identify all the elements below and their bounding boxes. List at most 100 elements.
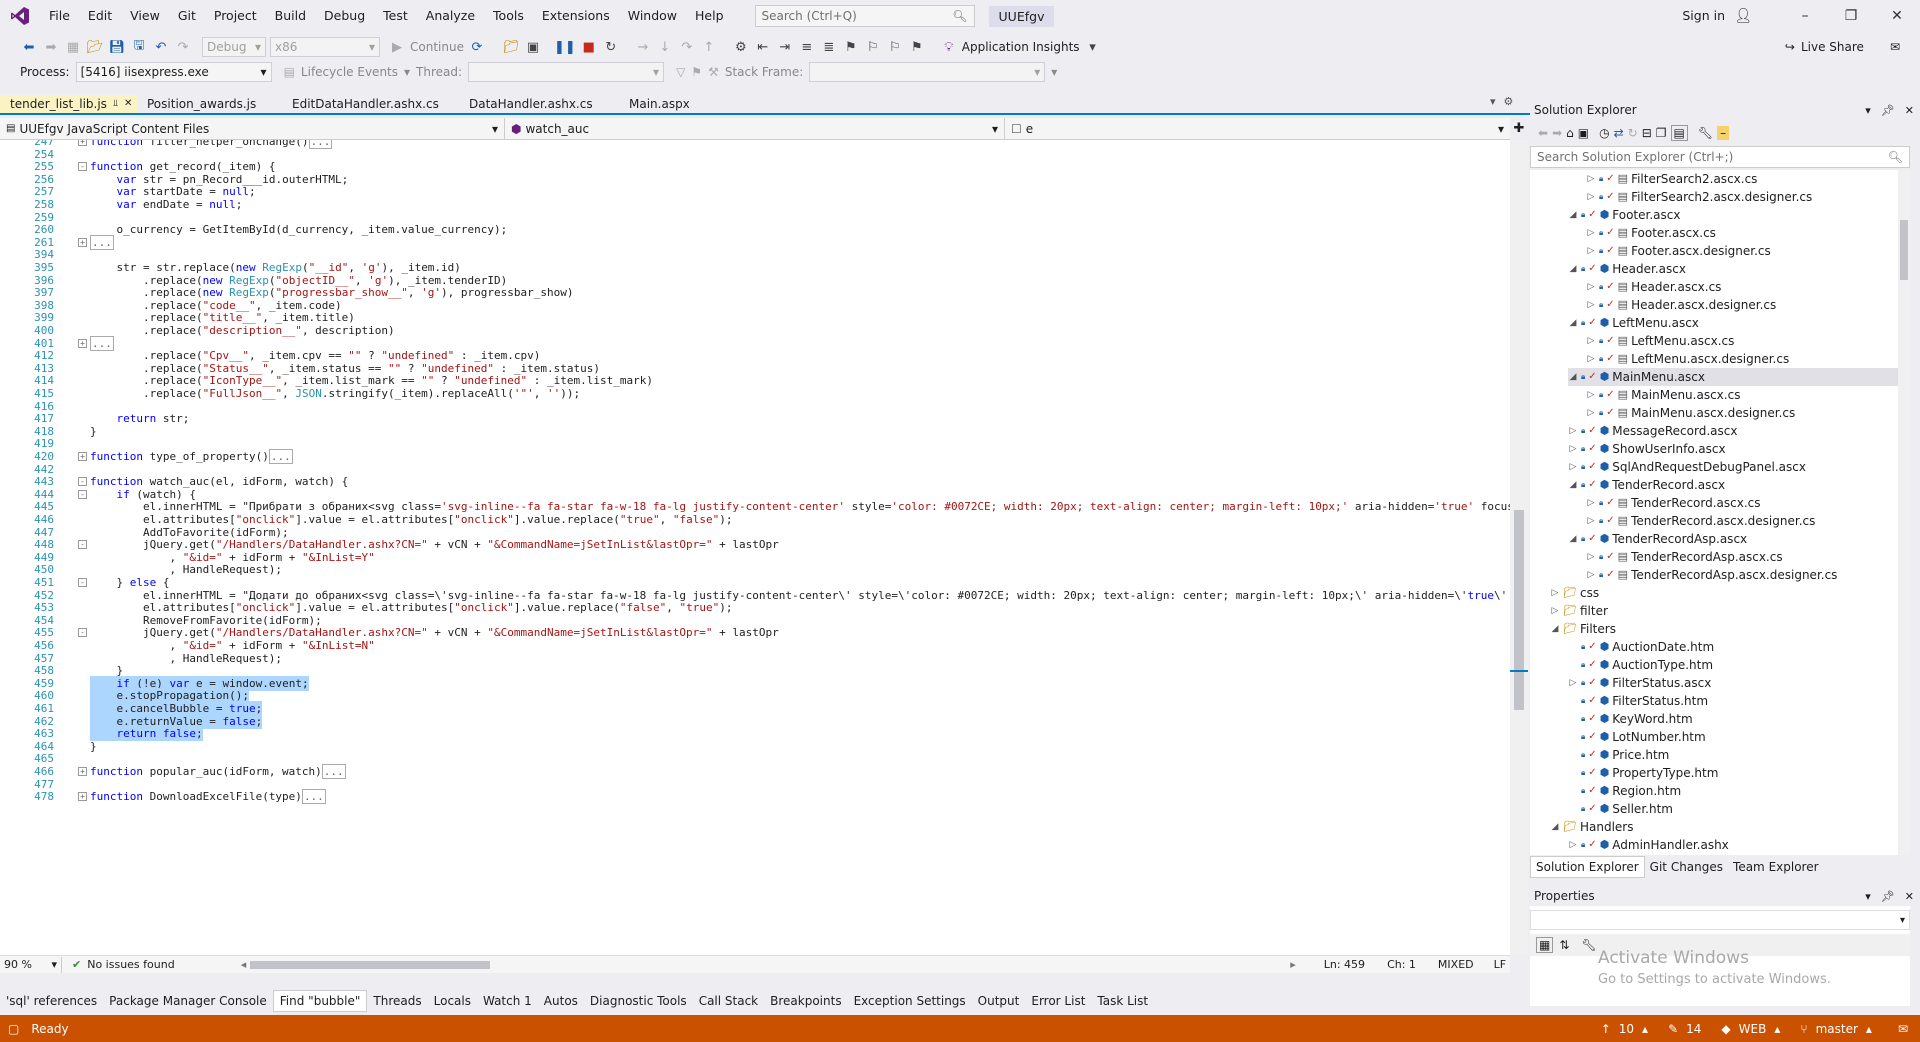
stop-icon[interactable]: ■ [580, 36, 598, 58]
project-dropdown[interactable]: ▤ UUEfgv JavaScript Content Files ▾ [0, 118, 505, 139]
se-panel-tab[interactable]: Git Changes [1645, 857, 1728, 877]
minimize-button[interactable]: – [1782, 0, 1828, 32]
tree-item[interactable]: ▷ 🔒︎ ✓ ▤ Footer.ascx.designer.cs [1586, 242, 1771, 260]
tree-item[interactable]: ▷ 📁︎ css [1550, 584, 1600, 602]
person-icon[interactable]: 👤︎ [1734, 8, 1752, 24]
pin-icon[interactable]: ⫫ [113, 95, 118, 113]
chevron-down-icon[interactable]: ▾ [1865, 890, 1871, 903]
tree-item[interactable]: ▷ 📁︎ filter [1550, 602, 1608, 620]
next-bookmark-icon[interactable]: ⚐ [886, 36, 904, 58]
chevron-down-icon[interactable]: ▾ [1084, 36, 1102, 58]
collapse-icon[interactable]: ◢ [1550, 818, 1560, 836]
tree-item[interactable]: ▷ 🔒︎ ✓ ▤ MainMenu.ascx.designer.cs [1586, 404, 1796, 422]
tool-window-tab[interactable]: Output [972, 991, 1026, 1011]
tree-item[interactable]: ▷ 🔒︎ ✓ ⬢ ShowUserInfo.ascx [1568, 440, 1726, 458]
restore-button[interactable]: ❐ [1828, 0, 1874, 32]
tree-item[interactable]: ▷ 🔒︎ ✓ ▤ FilterSearch2.ascx.cs [1586, 170, 1758, 188]
process-dropdown[interactable]: [5416] iisexpress.exe ▾ [75, 62, 272, 82]
open-icon[interactable]: 📂︎ [86, 36, 104, 58]
collapse-region-icon[interactable]: - [78, 578, 87, 587]
member-dropdown[interactable]: ⬢ watch_auc ▾ [505, 118, 1005, 139]
sync-icon[interactable]: ⇄ [1614, 126, 1624, 140]
tree-item[interactable]: ◢ 🔒︎ ✓ ⬢ Footer.ascx [1568, 206, 1681, 224]
properties-icon[interactable]: 🔧︎ [1698, 126, 1713, 140]
code-line[interactable]: 478 + function DownloadExcelFile(type)... [0, 789, 1510, 805]
thread-dropdown[interactable]: ▾ [468, 62, 665, 82]
tool-window-tab[interactable]: Autos [538, 991, 584, 1011]
arrow-up-icon[interactable]: ↑ [1601, 1022, 1611, 1036]
tree-item[interactable]: 🔒︎ ✓ ⬢ Price.htm [1568, 746, 1669, 764]
document-tab[interactable]: DataHandler.ashx.cs [459, 95, 619, 113]
menu-item-file[interactable]: File [40, 0, 79, 32]
close-window-button[interactable]: ✕ [1874, 0, 1920, 32]
tree-item[interactable]: ◢ 📁︎ Handlers [1550, 818, 1634, 836]
configuration-dropdown[interactable]: Debug ▾ [202, 37, 266, 57]
expand-icon[interactable]: ▷ [1586, 512, 1596, 530]
tool-window-tab[interactable]: Threads [367, 991, 427, 1011]
tree-item[interactable]: ◢ 🔒︎ ✓ ⬢ TenderRecord.ascx [1568, 476, 1726, 494]
back-icon[interactable]: ⬅︎ [20, 36, 38, 58]
document-tab[interactable]: Position_awards.js [137, 95, 282, 113]
lifecycle-events-button[interactable]: Lifecycle Events [301, 65, 398, 79]
collapse-icon[interactable]: ◢ [1568, 476, 1578, 494]
save-all-icon[interactable]: 🖫︎ [130, 36, 148, 58]
collapse-icon[interactable]: ◢ [1568, 530, 1578, 548]
tree-item[interactable]: ◢ 🔒︎ ✓ ⬢ LeftMenu.ascx [1568, 314, 1699, 332]
solution-explorer-search[interactable]: Search Solution Explorer (Ctrl+;) 🔍︎ [1530, 146, 1910, 168]
tool-window-tab[interactable]: Call Stack [693, 991, 764, 1011]
expand-icon[interactable]: ▷ [1586, 332, 1596, 350]
tree-item[interactable]: ▷ 🔒︎ ✓ ▤ FilterSearch2.ascx.designer.cs [1586, 188, 1813, 206]
pin-icon[interactable]: 📌︎ [1881, 104, 1895, 117]
expand-icon[interactable]: ▷ [1568, 674, 1578, 692]
expand-icon[interactable]: ▷ [1586, 548, 1596, 566]
settings-icon[interactable]: ⚙ [1504, 95, 1514, 108]
switch-views-icon[interactable]: ▣ [1578, 126, 1589, 140]
expand-icon[interactable]: ▷ [1586, 494, 1596, 512]
collapse-icon[interactable]: ◢ [1550, 620, 1560, 638]
expand-icon[interactable]: ▷ [1568, 836, 1578, 854]
collapse-all-icon[interactable]: ⊟ [1642, 126, 1652, 140]
continue-button[interactable]: Continue [410, 40, 464, 54]
menu-item-analyze[interactable]: Analyze [417, 0, 484, 32]
expand-icon[interactable]: ▷ [1586, 242, 1596, 260]
code-editor[interactable]: 247 + function filter_helper_onchange()...… [0, 140, 1510, 955]
tree-item[interactable]: ▷ 🔒︎ ✓ ▤ Header.ascx.designer.cs [1586, 296, 1777, 314]
repo-icon[interactable]: ◆ [1721, 1022, 1730, 1036]
tool-window-tab[interactable]: Exception Settings [848, 991, 972, 1011]
tree-item[interactable]: 🔒︎ ✓ ⬢ Region.htm [1568, 782, 1681, 800]
menu-item-git[interactable]: Git [169, 0, 205, 32]
redo-icon[interactable]: ↷ [174, 36, 192, 58]
toolbar-overflow-icon[interactable]: ▾ [1051, 65, 1057, 79]
code-text[interactable]: function DownloadExcelFile(type)... [90, 789, 326, 805]
tree-item[interactable]: ◢ 🔒︎ ✓ ⬢ TenderRecordAsp.ascx [1568, 530, 1748, 548]
menu-item-test[interactable]: Test [374, 0, 417, 32]
menu-item-window[interactable]: Window [619, 0, 686, 32]
tool-window-tab[interactable]: 'sql' references [0, 991, 103, 1011]
scrollbar-thumb[interactable] [1900, 220, 1908, 280]
close-icon[interactable]: ✕ [1905, 890, 1914, 903]
tree-item[interactable]: ▷ 🔒︎ ✓ ▤ TenderRecordAsp.ascx.designer.cs [1586, 566, 1838, 584]
menu-item-extensions[interactable]: Extensions [533, 0, 619, 32]
collapse-region-icon[interactable]: - [78, 477, 87, 487]
solution-tree[interactable]: ▷ 🔒︎ ✓ ▤ FilterSearch2.ascx.cs ▷ 🔒︎ ✓ ▤ FilterSea… [1530, 170, 1898, 855]
tree-item[interactable]: ▷ 🔒︎ ✓ ▤ Header.ascx.cs [1586, 278, 1722, 296]
collapse-region-icon[interactable]: - [78, 162, 87, 172]
save-icon[interactable]: 💾︎ [108, 36, 126, 58]
lifecycle-icon[interactable]: ▤ [284, 65, 295, 79]
collapse-region-icon[interactable]: - [78, 489, 87, 499]
alphabetical-icon[interactable]: ⇅ [1559, 938, 1569, 952]
expand-region-icon[interactable]: + [78, 237, 87, 247]
expand-region-icon[interactable]: + [78, 767, 87, 776]
tool-window-tab[interactable]: Breakpoints [764, 991, 847, 1011]
tool-window-tab[interactable]: Locals [428, 991, 477, 1011]
document-tab[interactable]: EditDataHandler.ashx.cs [282, 95, 459, 113]
expand-icon[interactable]: ▷ [1550, 602, 1560, 620]
collapse-icon[interactable]: ◢ [1568, 206, 1578, 224]
menu-item-project[interactable]: Project [205, 0, 266, 32]
expand-region-icon[interactable]: + [78, 140, 87, 146]
tree-item[interactable]: 🔒︎ ✓ ⬢ Seller.htm [1568, 800, 1673, 818]
expand-region-icon[interactable]: + [78, 792, 87, 802]
expand-icon[interactable]: ▷ [1586, 350, 1596, 368]
collapse-region-icon[interactable]: - [78, 628, 87, 638]
menu-item-build[interactable]: Build [266, 0, 315, 32]
